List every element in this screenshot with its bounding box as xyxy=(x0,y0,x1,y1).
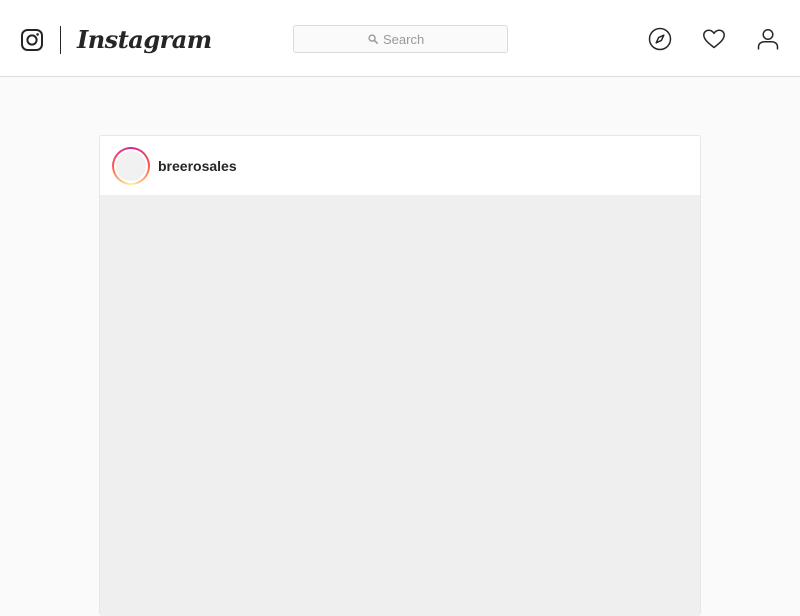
explore-compass-icon[interactable] xyxy=(648,27,672,51)
post-username[interactable]: breerosales xyxy=(158,158,237,174)
brand-link[interactable]: Instagram xyxy=(20,24,212,56)
instagram-camera-logo-icon[interactable] xyxy=(20,28,44,52)
top-navigation-bar: Instagram xyxy=(0,0,800,77)
activity-heart-icon[interactable] xyxy=(702,27,726,51)
story-ring[interactable] xyxy=(112,146,150,185)
post-header: breerosales xyxy=(100,136,700,196)
profile-person-icon[interactable] xyxy=(756,27,780,51)
search-box[interactable] xyxy=(293,25,508,53)
header-nav-icons xyxy=(648,27,780,51)
avatar-frame xyxy=(114,148,148,183)
avatar[interactable] xyxy=(116,150,146,181)
instagram-wordmark[interactable]: Instagram xyxy=(77,28,212,52)
brand-divider xyxy=(60,26,61,54)
post-media-placeholder[interactable] xyxy=(100,196,700,616)
feed-post: breerosales xyxy=(99,135,701,616)
search-input[interactable] xyxy=(383,31,433,47)
search-icon xyxy=(368,34,378,44)
